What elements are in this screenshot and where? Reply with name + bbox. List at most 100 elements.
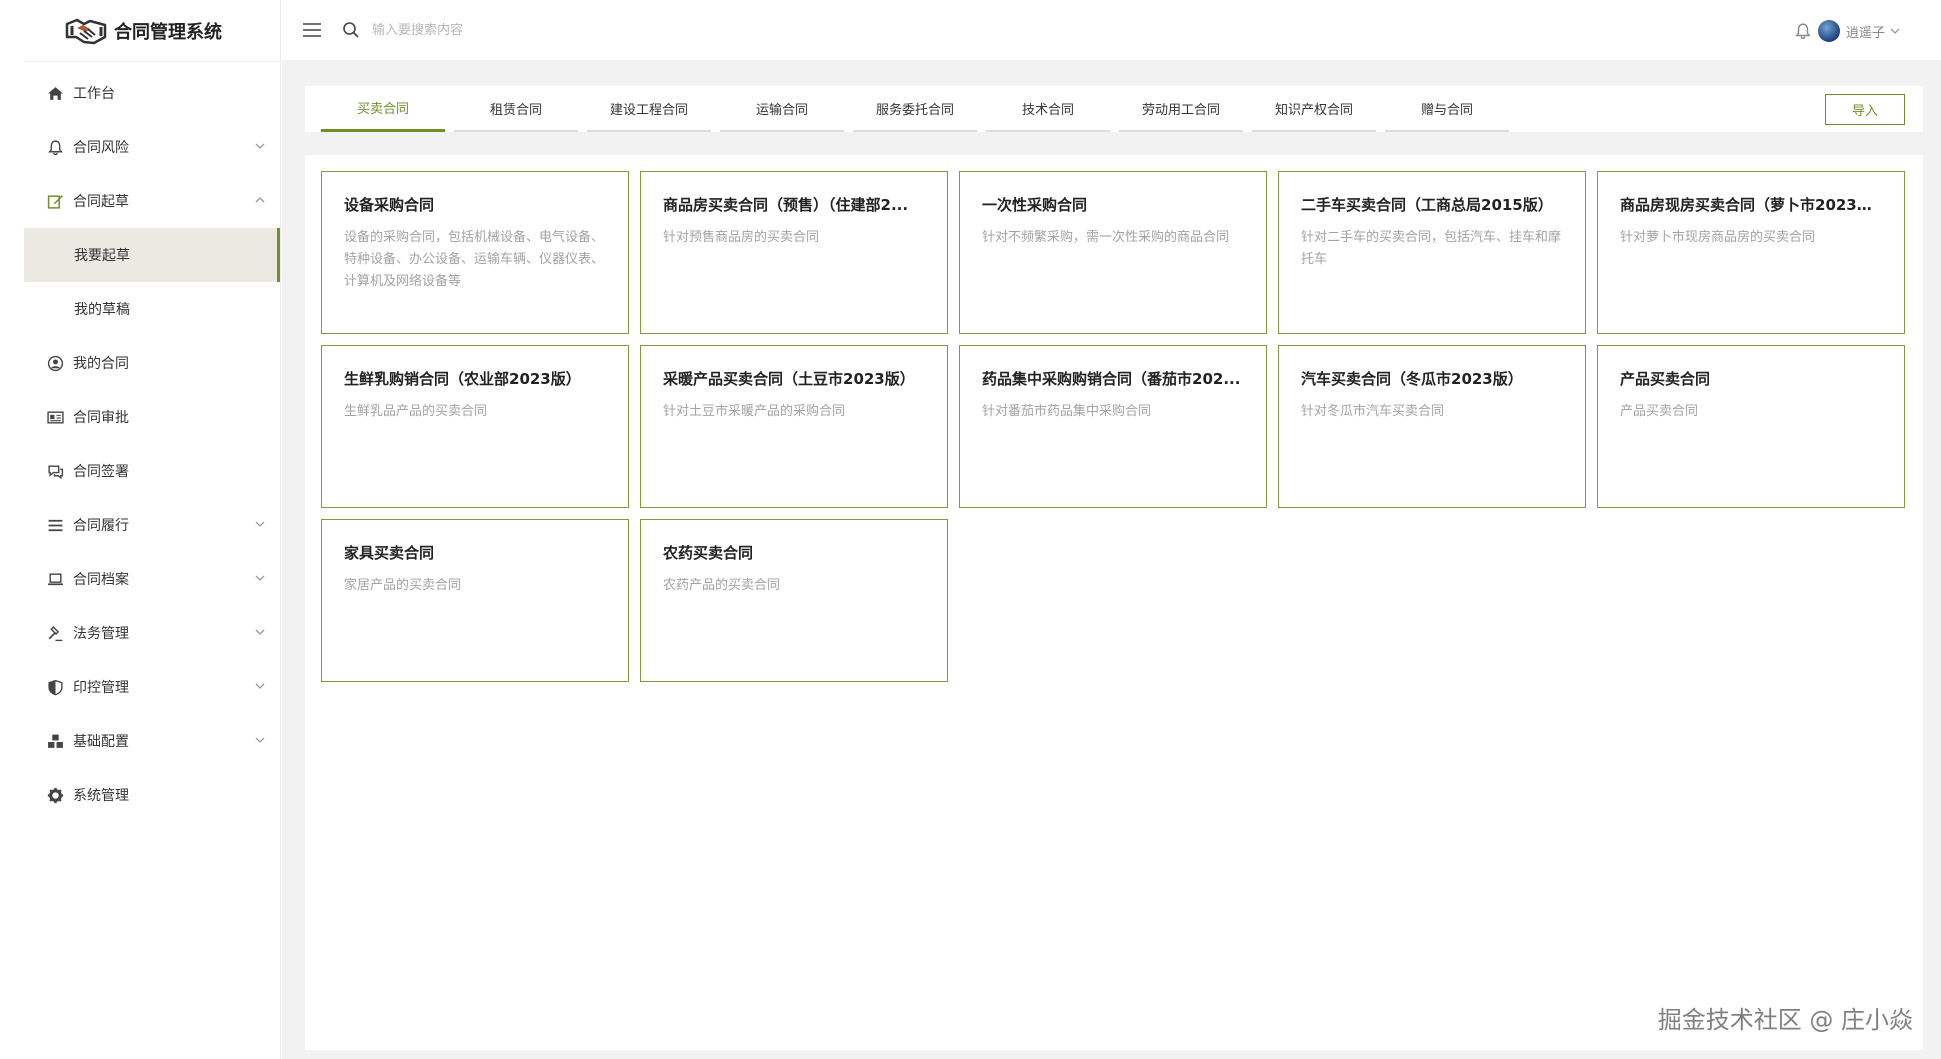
tab-construction[interactable]: 建设工程合同 xyxy=(587,86,711,132)
card-description: 针对土豆市采暖产品的采购合同 xyxy=(663,404,846,419)
template-card[interactable]: 农药买卖合同 农药产品的买卖合同 xyxy=(640,519,948,682)
sidebar-item-label: 合同审批 xyxy=(73,410,129,426)
template-card[interactable]: 商品房现房买卖合同（萝卜市2023版） 针对萝卜市现房商品房的买卖合同 xyxy=(1597,171,1905,334)
sidebar-item-config[interactable]: 基础配置 xyxy=(24,714,280,768)
template-card[interactable]: 设备采购合同 设备的采购合同，包括机械设备、电气设备、特种设备、办公设备、运输车… xyxy=(321,171,629,334)
sidebar-item-risk[interactable]: 合同风险 xyxy=(24,120,280,174)
template-card[interactable]: 商品房买卖合同（预售）（住建部2... 针对预售商品房的买卖合同 xyxy=(640,171,948,334)
sidebar-item-label: 合同履行 xyxy=(73,518,129,534)
card-description: 设备的采购合同，包括机械设备、电气设备、特种设备、办公设备、运输车辆、仪器仪表、… xyxy=(344,230,605,289)
sidebar-item-label: 法务管理 xyxy=(73,626,129,642)
card-description: 针对预售商品房的买卖合同 xyxy=(663,230,820,245)
id-card-icon xyxy=(46,408,64,426)
user-area: 逍遥子 xyxy=(1794,20,1901,42)
chevron-down-icon xyxy=(255,629,265,635)
template-card[interactable]: 一次性采购合同 针对不频繁采购，需一次性采购的商品合同 xyxy=(959,171,1267,334)
tab-ip[interactable]: 知识产权合同 xyxy=(1252,86,1376,132)
sidebar-item-label: 印控管理 xyxy=(73,680,129,696)
sidebar-item-label: 工作台 xyxy=(73,86,115,102)
brand[interactable]: 合同管理系统 xyxy=(24,0,280,62)
contract-type-tabs: 买卖合同 租赁合同 建设工程合同 运输合同 服务委托合同 技术合同 劳动用工合同… xyxy=(305,86,1923,132)
template-card[interactable]: 家具买卖合同 家居产品的买卖合同 xyxy=(321,519,629,682)
sidebar-item-my-contracts[interactable]: 我的合同 xyxy=(24,336,280,390)
sidebar-item-legal[interactable]: 法务管理 xyxy=(24,606,280,660)
sidebar-menu: 工作台 合同风险 合同起草 我要起草 我的草稿 我的合同 合同审批 合同签署 合… xyxy=(24,62,280,822)
card-description: 针对番茄市药品集中采购合同 xyxy=(982,404,1152,419)
card-title: 产品买卖合同 xyxy=(1620,370,1711,388)
chevron-down-icon xyxy=(255,575,265,581)
list-icon xyxy=(46,516,64,534)
chevron-down-icon xyxy=(255,521,265,527)
sidebar: 合同管理系统 工作台 合同风险 合同起草 我要起草 我的草稿 我的合同 合同审批… xyxy=(24,0,281,1059)
brand-title: 合同管理系统 xyxy=(114,21,222,43)
laptop-icon xyxy=(46,570,64,588)
sidebar-item-label: 合同风险 xyxy=(73,140,129,156)
template-card[interactable]: 二手车买卖合同（工商总局2015版） 针对二手车的买卖合同，包括汽车、挂车和摩托… xyxy=(1278,171,1586,334)
template-card[interactable]: 汽车买卖合同（冬瓜市2023版） 针对冬瓜市汽车买卖合同 xyxy=(1278,345,1586,508)
card-title: 商品房现房买卖合同（萝卜市2023版） xyxy=(1620,196,1882,214)
template-card[interactable]: 药品集中采购购销合同（番茄市202... 针对番茄市药品集中采购合同 xyxy=(959,345,1267,508)
sidebar-item-seal[interactable]: 印控管理 xyxy=(24,660,280,714)
card-title: 农药买卖合同 xyxy=(663,544,754,562)
cubes-icon xyxy=(46,732,64,750)
tab-service[interactable]: 服务委托合同 xyxy=(853,86,977,132)
chevron-down-icon xyxy=(255,143,265,149)
sidebar-item-my-drafts[interactable]: 我的草稿 xyxy=(24,282,280,336)
card-description: 家居产品的买卖合同 xyxy=(344,578,462,593)
chevron-down-icon[interactable] xyxy=(1889,25,1901,37)
card-description: 针对冬瓜市汽车买卖合同 xyxy=(1301,404,1445,419)
card-title: 设备采购合同 xyxy=(344,196,435,214)
tab-transport[interactable]: 运输合同 xyxy=(720,86,844,132)
gear-icon xyxy=(46,786,64,804)
sidebar-item-draft-new[interactable]: 我要起草 xyxy=(24,228,280,282)
sidebar-item-drafting[interactable]: 合同起草 xyxy=(24,174,280,228)
shield-icon xyxy=(46,678,64,696)
chevron-down-icon xyxy=(255,737,265,743)
search-input[interactable] xyxy=(372,22,672,38)
chevron-down-icon xyxy=(255,683,265,689)
sidebar-item-label: 合同档案 xyxy=(73,572,129,588)
tab-sales[interactable]: 买卖合同 xyxy=(321,86,445,132)
card-title: 药品集中采购购销合同（番茄市202... xyxy=(982,370,1241,388)
search-icon[interactable] xyxy=(342,21,360,39)
gavel-icon xyxy=(46,624,64,642)
template-card[interactable]: 产品买卖合同 产品买卖合同 xyxy=(1597,345,1905,508)
template-card[interactable]: 采暖产品买卖合同（土豆市2023版） 针对土豆市采暖产品的采购合同 xyxy=(640,345,948,508)
sidebar-item-signing[interactable]: 合同签署 xyxy=(24,444,280,498)
handshake-logo-icon xyxy=(65,18,107,44)
tab-lease[interactable]: 租赁合同 xyxy=(454,86,578,132)
username[interactable]: 逍遥子 xyxy=(1846,22,1885,41)
card-description: 生鲜乳品产品的买卖合同 xyxy=(344,404,488,419)
notification-bell-icon[interactable] xyxy=(1794,22,1812,40)
bell-icon xyxy=(46,138,64,156)
card-description: 针对二手车的买卖合同，包括汽车、挂车和摩托车 xyxy=(1301,230,1562,267)
sidebar-item-label: 我的合同 xyxy=(73,356,129,372)
import-button[interactable]: 导入 xyxy=(1825,94,1905,125)
card-title: 生鲜乳购销合同（农业部2023版） xyxy=(344,370,581,388)
sidebar-item-system[interactable]: 系统管理 xyxy=(24,768,280,822)
avatar[interactable] xyxy=(1817,20,1840,42)
sidebar-item-label: 基础配置 xyxy=(73,734,129,750)
watermark: 掘金技术社区 @ 庄小焱 xyxy=(1657,1006,1913,1034)
sidebar-item-approval[interactable]: 合同审批 xyxy=(24,390,280,444)
sidebar-item-archive[interactable]: 合同档案 xyxy=(24,552,280,606)
chat-icon xyxy=(46,462,64,480)
tab-labor[interactable]: 劳动用工合同 xyxy=(1119,86,1243,132)
tab-gift[interactable]: 赠与合同 xyxy=(1385,86,1509,132)
card-title: 家具买卖合同 xyxy=(344,544,435,562)
sidebar-item-label: 系统管理 xyxy=(73,788,129,804)
user-circle-icon xyxy=(46,354,64,372)
card-description: 针对萝卜市现房商品房的买卖合同 xyxy=(1620,230,1816,245)
card-description: 产品买卖合同 xyxy=(1620,404,1699,419)
tab-technology[interactable]: 技术合同 xyxy=(986,86,1110,132)
sidebar-item-workbench[interactable]: 工作台 xyxy=(24,66,280,120)
edit-icon xyxy=(46,192,64,210)
card-description: 针对不频繁采购，需一次性采购的商品合同 xyxy=(982,230,1230,245)
template-card[interactable]: 生鲜乳购销合同（农业部2023版） 生鲜乳品产品的买卖合同 xyxy=(321,345,629,508)
card-title: 汽车买卖合同（冬瓜市2023版） xyxy=(1301,370,1523,388)
hamburger-menu-icon[interactable] xyxy=(302,22,322,38)
sidebar-item-label: 我要起草 xyxy=(74,248,130,264)
template-panel: 设备采购合同 设备的采购合同，包括机械设备、电气设备、特种设备、办公设备、运输车… xyxy=(305,155,1923,1050)
sidebar-item-label: 合同签署 xyxy=(73,464,129,480)
sidebar-item-fulfillment[interactable]: 合同履行 xyxy=(24,498,280,552)
